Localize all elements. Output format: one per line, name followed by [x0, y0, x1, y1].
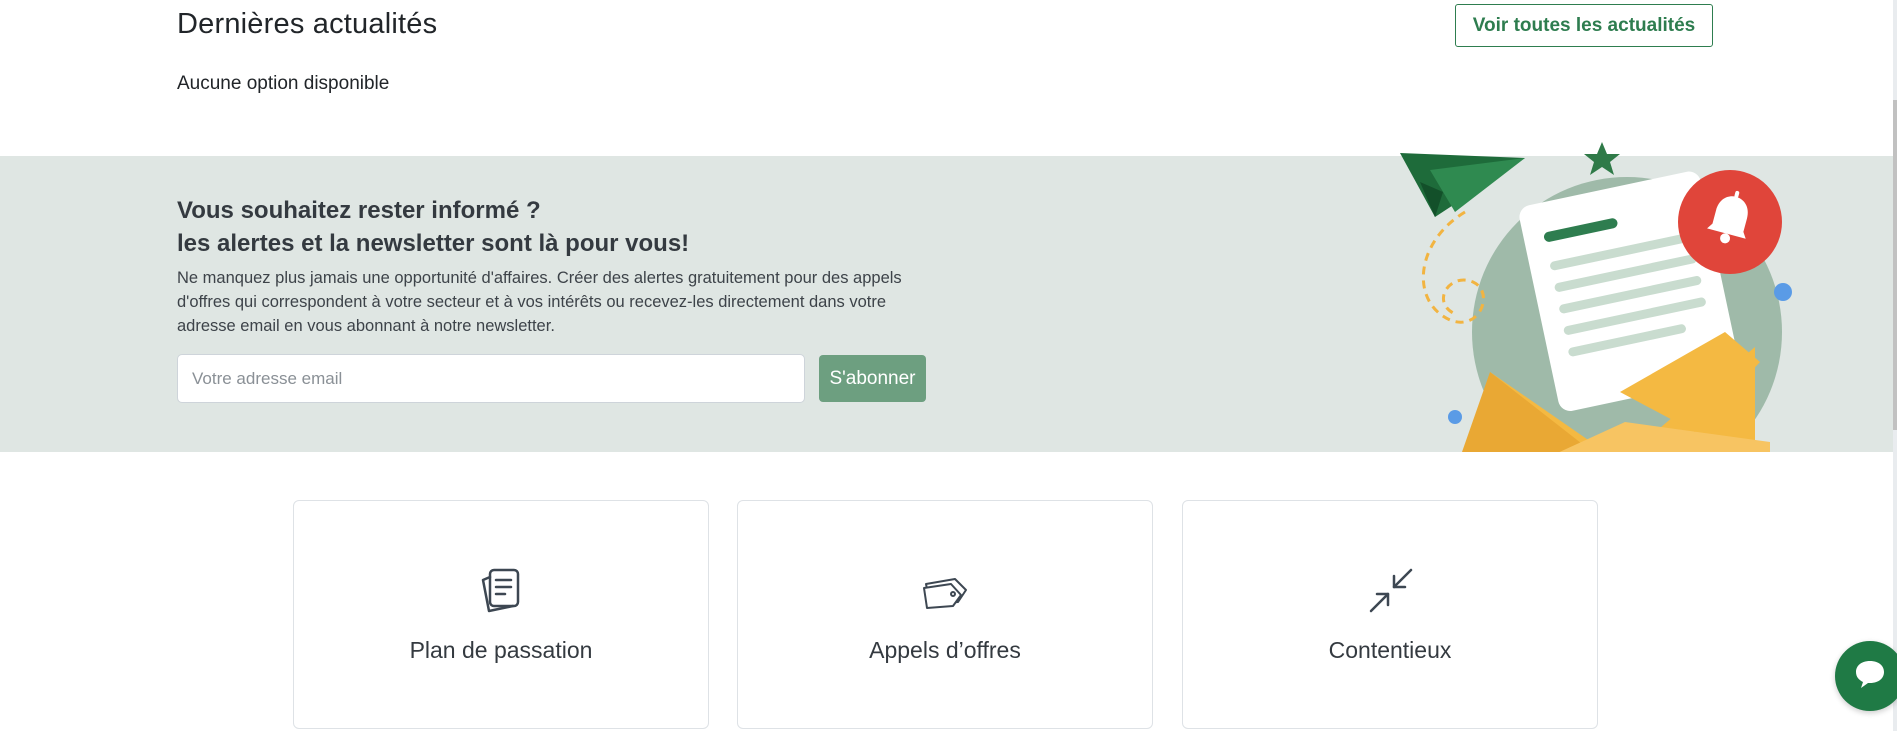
newsletter-heading-line1: Vous souhaitez rester informé ?: [177, 197, 541, 224]
quick-links: Plan de passation Appels d’offres Conten…: [0, 500, 1897, 731]
newsletter-heading-line2: les alertes et la newsletter sont là pou…: [177, 230, 690, 257]
chat-launcher-button[interactable]: [1835, 641, 1897, 711]
newsletter-section: Vous souhaitez rester informé ? les aler…: [0, 142, 1893, 452]
newsletter-illustration: [1395, 132, 1805, 452]
newsletter-heading: Vous souhaitez rester informé ? les aler…: [177, 194, 689, 260]
news-empty-message: Aucune option disponible: [177, 73, 390, 94]
documents-icon: [477, 566, 527, 616]
tags-icon: [921, 566, 971, 616]
view-all-news-button[interactable]: Voir toutes les actualités: [1455, 4, 1713, 47]
newsletter-description: Ne manquez plus jamais une opportunité d…: [177, 269, 902, 335]
chat-icon: [1853, 657, 1887, 696]
newsletter-email-input[interactable]: [177, 354, 805, 403]
plan-de-passation-card[interactable]: Plan de passation: [293, 500, 709, 729]
contentieux-card[interactable]: Contentieux: [1182, 500, 1598, 729]
card-label: Contentieux: [1328, 637, 1452, 663]
subscribe-button[interactable]: S'abonner: [819, 355, 926, 402]
card-label: Plan de passation: [409, 637, 593, 663]
news-section-title: Dernières actualités: [177, 8, 438, 40]
collapse-arrows-icon: [1366, 566, 1416, 616]
star-icon: [1584, 142, 1620, 175]
scrollbar-thumb[interactable]: [1893, 100, 1897, 430]
appels-doffres-card[interactable]: Appels d’offres: [737, 500, 1153, 729]
card-label: Appels d’offres: [869, 637, 1021, 663]
paper-plane-icon: [1400, 153, 1525, 217]
